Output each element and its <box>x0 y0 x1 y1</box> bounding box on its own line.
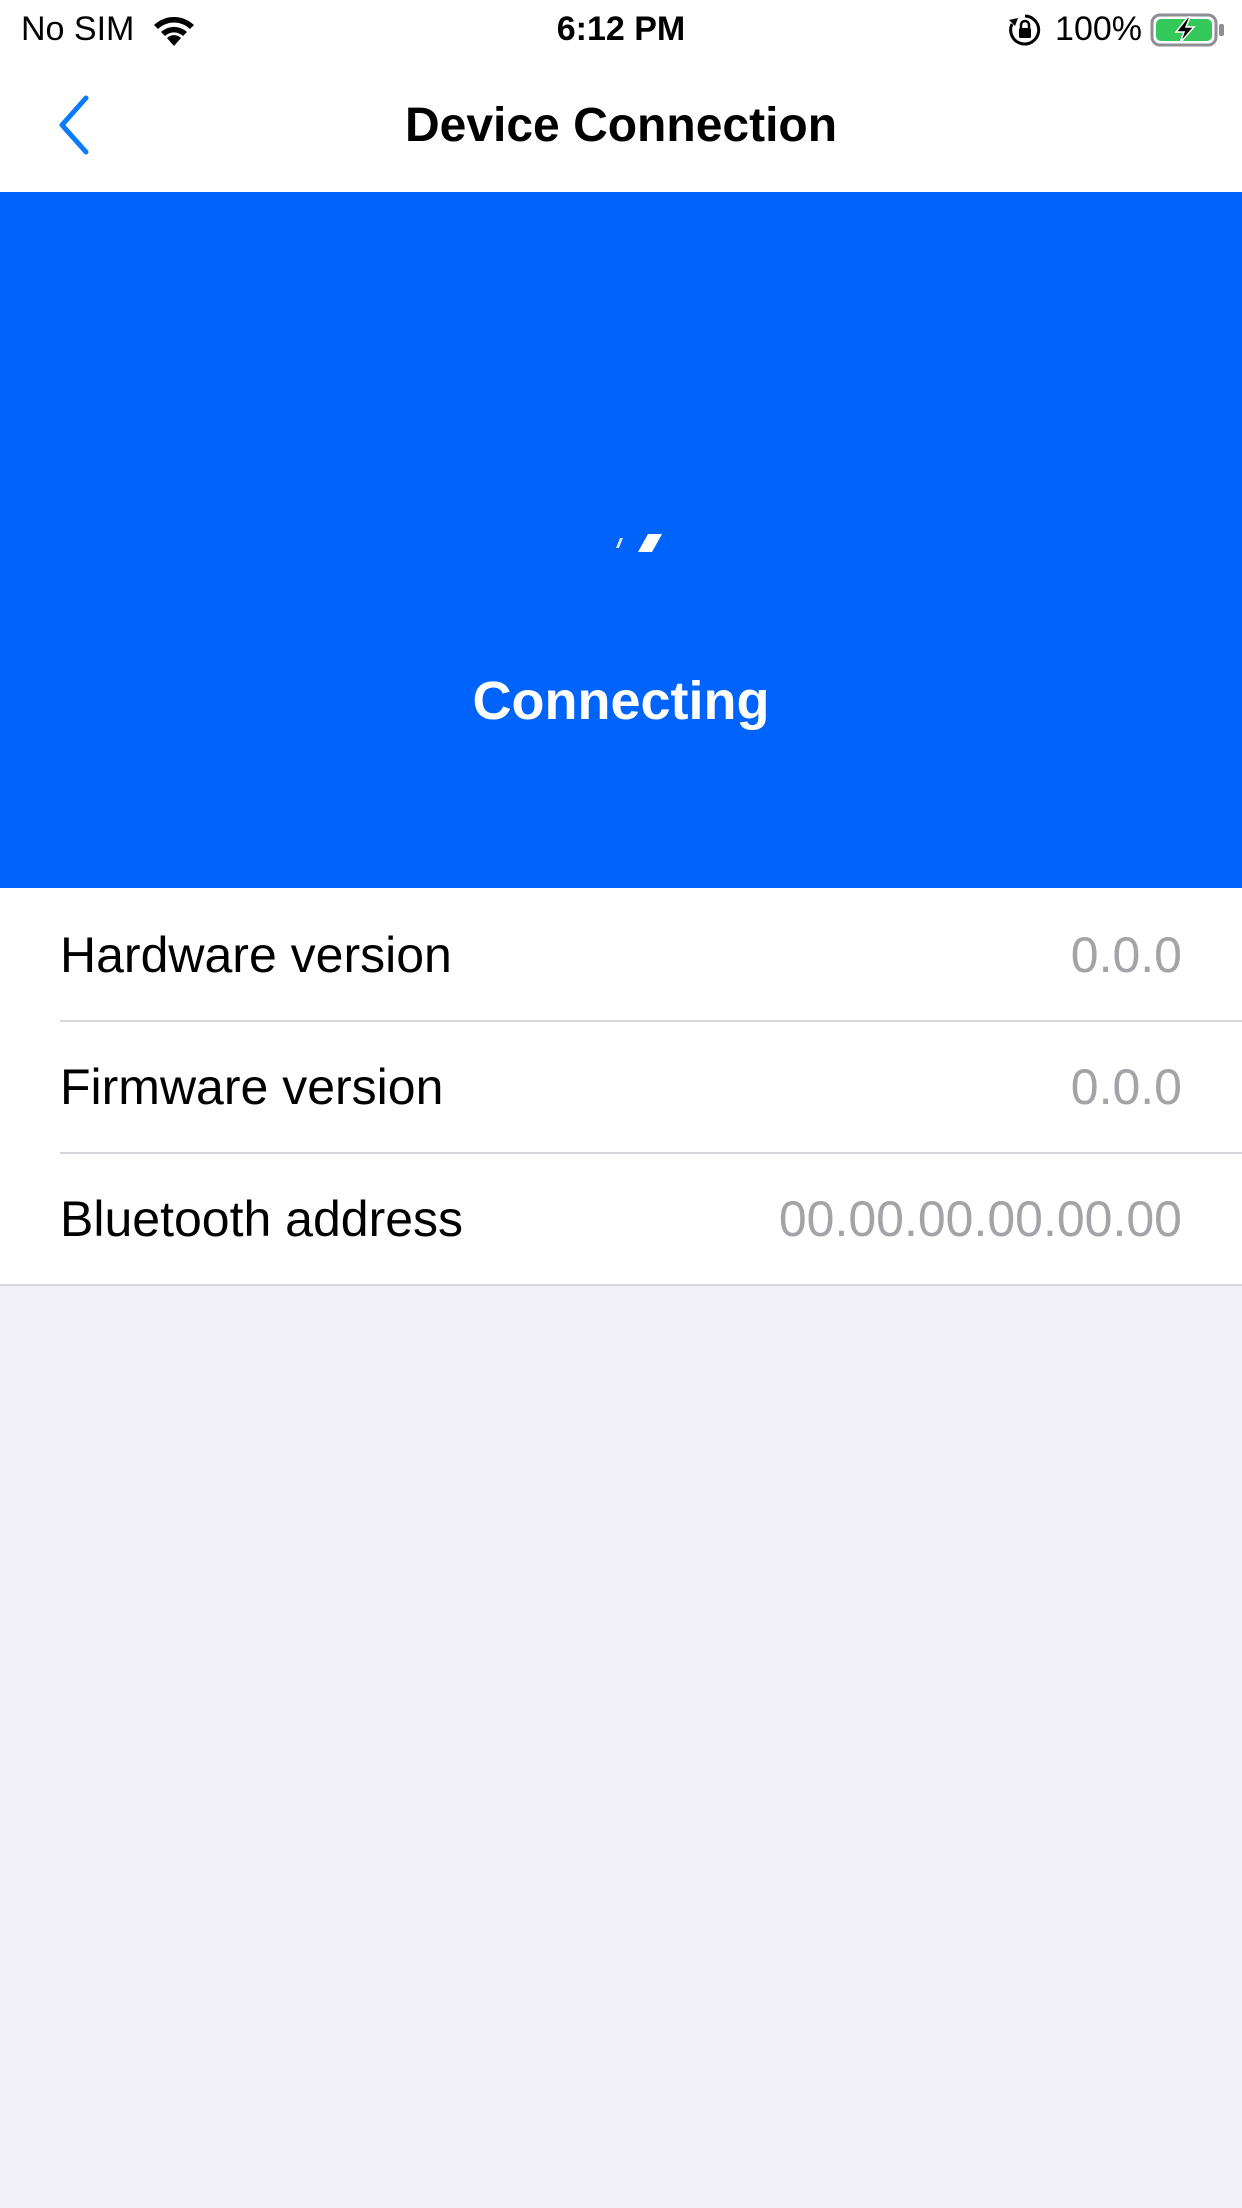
navigation-bar: Device Connection <box>0 60 1242 192</box>
connection-status-panel: Connecting <box>0 192 1242 888</box>
hardware-version-label: Hardware version <box>60 927 452 983</box>
hardware-version-row: Hardware version 0.0.0 <box>0 888 1242 1020</box>
firmware-version-row: Firmware version 0.0.0 <box>0 1020 1242 1152</box>
bluetooth-address-label: Bluetooth address <box>60 1191 464 1247</box>
bluetooth-address-row: Bluetooth address 00.00.00.00.00.00 <box>0 1152 1242 1284</box>
firmware-version-label: Firmware version <box>60 1059 444 1115</box>
connection-status-text: Connecting <box>472 671 770 731</box>
bluetooth-address-value: 00.00.00.00.00.00 <box>778 1191 1182 1247</box>
battery-percent: 100% <box>1055 10 1142 48</box>
page-title: Device Connection <box>404 99 838 152</box>
device-info-list: Hardware version 0.0.0 Firmware version … <box>0 888 1242 1286</box>
battery-charging-icon <box>1150 13 1224 46</box>
status-right: 100% <box>1007 10 1226 49</box>
activity-spinner-icon <box>616 534 662 552</box>
orientation-lock-icon <box>1009 14 1041 45</box>
firmware-version-value: 0.0.0 <box>1070 1059 1182 1115</box>
status-bar: No SIM 6:12 PM 100% <box>0 0 1242 60</box>
hardware-version-value: 0.0.0 <box>1070 927 1182 983</box>
device-connection-screen: No SIM 6:12 PM 100% Device Connection Co… <box>0 0 1242 2208</box>
